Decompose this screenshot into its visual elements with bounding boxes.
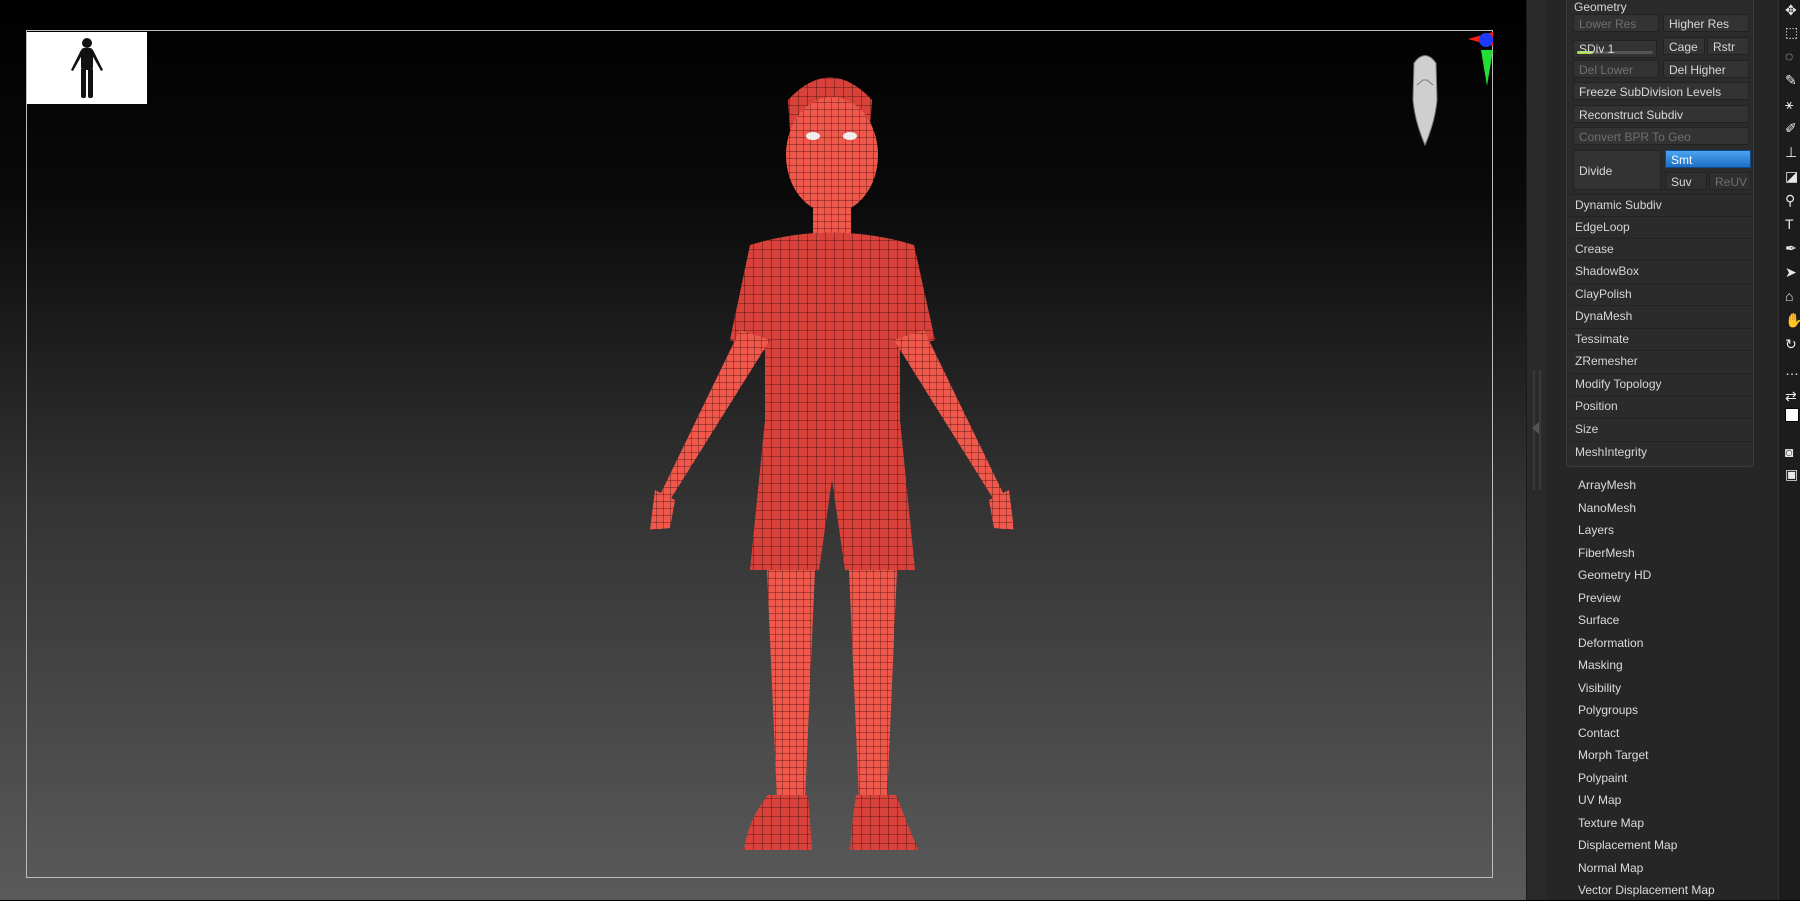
- del-higher-button[interactable]: Del Higher: [1663, 60, 1749, 78]
- menu-polygroups[interactable]: Polygroups: [1578, 699, 1638, 721]
- subpanel-crease[interactable]: Crease: [1569, 238, 1753, 259]
- subpanel-claypolish[interactable]: ClayPolish: [1569, 283, 1753, 304]
- 3d-model-boy[interactable]: [600, 60, 1060, 860]
- lower-res-button[interactable]: Lower Res: [1573, 14, 1659, 32]
- reconstruct-subdiv-button[interactable]: Reconstruct Subdiv: [1573, 105, 1749, 123]
- panel-divider[interactable]: [1526, 0, 1547, 900]
- menu-contact[interactable]: Contact: [1578, 722, 1619, 744]
- move-tool-icon[interactable]: ✥: [1785, 2, 1800, 18]
- navigation-thumbnail[interactable]: [27, 32, 147, 104]
- menu-vector-displacement-map[interactable]: Vector Displacement Map: [1578, 879, 1715, 901]
- subpanel-dynamesh[interactable]: DynaMesh: [1569, 305, 1753, 326]
- menu-texture-map[interactable]: Texture Map: [1578, 812, 1644, 834]
- convert-bpr-to-geo-button[interactable]: Convert BPR To Geo: [1573, 127, 1749, 145]
- eraser-icon[interactable]: ◪: [1785, 168, 1800, 184]
- screen-mode-icon[interactable]: ▣: [1785, 466, 1800, 482]
- viewport[interactable]: [0, 0, 1526, 900]
- menu-uv-map[interactable]: UV Map: [1578, 789, 1621, 811]
- text-icon[interactable]: T: [1785, 216, 1800, 232]
- quickmask-icon[interactable]: ◙: [1785, 444, 1800, 460]
- collapse-arrow-icon[interactable]: [1532, 422, 1539, 434]
- subpanel-shadowbox[interactable]: ShadowBox: [1569, 260, 1753, 281]
- menu-nanomesh[interactable]: NanoMesh: [1578, 497, 1636, 519]
- figure-silhouette-icon: [71, 38, 103, 98]
- more-icon[interactable]: …: [1785, 362, 1800, 378]
- divide-button[interactable]: Divide: [1573, 150, 1661, 190]
- subpanel-size[interactable]: Size: [1569, 418, 1753, 439]
- menu-geometry-hd[interactable]: Geometry HD: [1578, 564, 1651, 586]
- suv-toggle[interactable]: Suv: [1665, 172, 1707, 190]
- rotate-icon[interactable]: ↻: [1785, 336, 1800, 352]
- path-icon[interactable]: ✒: [1785, 240, 1800, 256]
- menu-deformation[interactable]: Deformation: [1578, 632, 1643, 654]
- menu-masking[interactable]: Masking: [1578, 654, 1623, 676]
- right-toolbar: ✥ ⬚ ◌ ✎ ⚹ ✐ ⊥ ◪ ⚲ T ✒ ➤ ⌂ ✋ ↻ … ⇄ ◙ ▣: [1778, 0, 1800, 900]
- reuv-toggle[interactable]: ReUV: [1709, 172, 1751, 190]
- subpanel-zremesher[interactable]: ZRemesher: [1569, 350, 1753, 371]
- select-rect-icon[interactable]: ⬚: [1785, 24, 1800, 40]
- subpanel-edgeloop[interactable]: EdgeLoop: [1569, 216, 1753, 237]
- pen-icon[interactable]: ✎: [1785, 72, 1800, 88]
- rstr-button[interactable]: Rstr: [1707, 37, 1749, 55]
- freeze-subdivision-levels-button[interactable]: Freeze SubDivision Levels: [1573, 82, 1749, 100]
- cursor-icon[interactable]: ➤: [1785, 264, 1800, 280]
- sdiv-slider[interactable]: SDiv 1: [1573, 40, 1657, 58]
- menu-normal-map[interactable]: Normal Map: [1578, 857, 1643, 879]
- menu-visibility[interactable]: Visibility: [1578, 677, 1621, 699]
- del-lower-button[interactable]: Del Lower: [1573, 60, 1659, 78]
- menu-layers[interactable]: Layers: [1578, 519, 1614, 541]
- sdiv-label: SDiv 1: [1579, 42, 1615, 56]
- subpanel-meshintegrity[interactable]: MeshIntegrity: [1569, 441, 1753, 462]
- shape-icon[interactable]: ⌂: [1785, 288, 1800, 304]
- cage-button[interactable]: Cage: [1663, 37, 1705, 55]
- menu-displacement-map[interactable]: Displacement Map: [1578, 834, 1677, 856]
- stamp-icon[interactable]: ⊥: [1785, 144, 1800, 160]
- brush-icon[interactable]: ✐: [1785, 120, 1800, 136]
- tool-palette: Geometry Lower Res Higher Res SDiv 1 Cag…: [1546, 0, 1778, 900]
- lasso-icon[interactable]: ◌: [1785, 48, 1800, 64]
- menu-preview[interactable]: Preview: [1578, 587, 1621, 609]
- subpanel-position[interactable]: Position: [1569, 395, 1753, 416]
- menu-polypaint[interactable]: Polypaint: [1578, 767, 1627, 789]
- geometry-subpalette: Geometry Lower Res Higher Res SDiv 1 Cag…: [1566, 0, 1754, 467]
- menu-morph-target[interactable]: Morph Target: [1578, 744, 1648, 766]
- menu-fibermesh[interactable]: FiberMesh: [1578, 542, 1635, 564]
- menu-arraymesh[interactable]: ArrayMesh: [1578, 474, 1636, 496]
- wand-icon[interactable]: ⚹: [1785, 96, 1800, 112]
- swap-colors-icon[interactable]: ⇄: [1785, 388, 1800, 404]
- smt-toggle[interactable]: Smt: [1665, 150, 1751, 168]
- subpanel-dynamic-subdiv[interactable]: Dynamic Subdiv: [1569, 194, 1753, 215]
- foreground-color-swatch[interactable]: [1785, 408, 1799, 422]
- subpanel-modify-topology[interactable]: Modify Topology: [1569, 373, 1753, 394]
- higher-res-button[interactable]: Higher Res: [1663, 14, 1749, 32]
- hand-icon[interactable]: ✋: [1785, 312, 1800, 328]
- subpanel-tessimate[interactable]: Tessimate: [1569, 328, 1753, 349]
- clone-icon[interactable]: ⚲: [1785, 192, 1800, 208]
- orientation-gizmo[interactable]: [1395, 30, 1495, 150]
- menu-surface[interactable]: Surface: [1578, 609, 1619, 631]
